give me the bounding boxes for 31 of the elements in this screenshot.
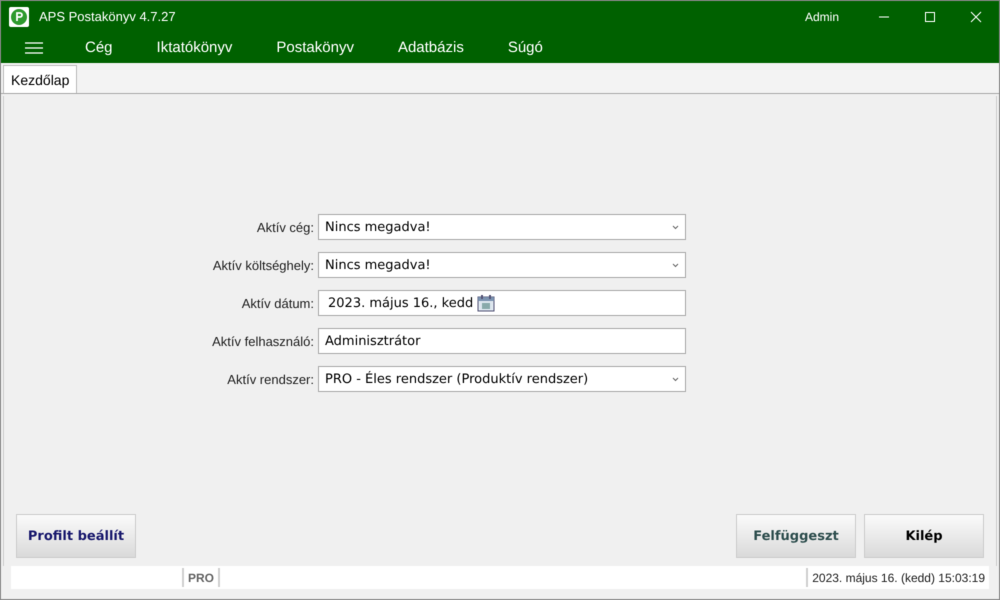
menu-item[interactable]: Postakönyv — [254, 39, 376, 56]
status-system: PRO — [188, 570, 214, 584]
menu-item[interactable]: Súgó — [486, 39, 565, 56]
menu-item[interactable]: Iktatókönyv — [134, 39, 254, 56]
status-datetime: 2023. május 16. (kedd) 15:03:19 — [812, 570, 985, 584]
menu-icon[interactable] — [25, 42, 43, 54]
menu-item[interactable]: Cég — [85, 39, 135, 56]
chevron-down-icon — [672, 376, 679, 382]
dropdown-field[interactable]: Nincs megadva! — [318, 252, 686, 278]
field-label: Aktív rendszer: — [226, 372, 314, 386]
suspend-button[interactable]: Felfüggeszt — [736, 514, 856, 558]
field-label: Aktív költséghely: — [212, 258, 314, 272]
chevron-down-icon — [672, 224, 679, 230]
field-label: Aktív cég: — [256, 220, 314, 234]
close-icon — [970, 10, 982, 22]
date-field[interactable]: 2023. május 16., kedd — [318, 290, 686, 316]
exit-button[interactable]: Kilép — [864, 514, 984, 558]
dropdown-field[interactable]: PRO - Éles rendszer (Produktív rendszer) — [318, 366, 686, 392]
profile-button[interactable]: Profilt beállít — [16, 514, 136, 558]
window-title: APS Postakönyv 4.7.27 — [39, 9, 177, 24]
user-name: Admin — [804, 10, 839, 24]
app-logo-icon — [9, 6, 29, 26]
menu-item[interactable]: Adatbázis — [376, 39, 486, 56]
chevron-down-icon — [672, 262, 679, 268]
dropdown-field[interactable]: Nincs megadva! — [318, 214, 686, 240]
maximize-icon — [924, 10, 936, 22]
field-label: Aktív dátum: — [240, 296, 314, 310]
input-field[interactable]: Adminisztrátor — [318, 328, 686, 354]
tab[interactable]: Kezdőlap — [3, 65, 78, 93]
field-label: Aktív felhasználó: — [211, 334, 314, 348]
calendar-icon[interactable] — [477, 294, 496, 312]
